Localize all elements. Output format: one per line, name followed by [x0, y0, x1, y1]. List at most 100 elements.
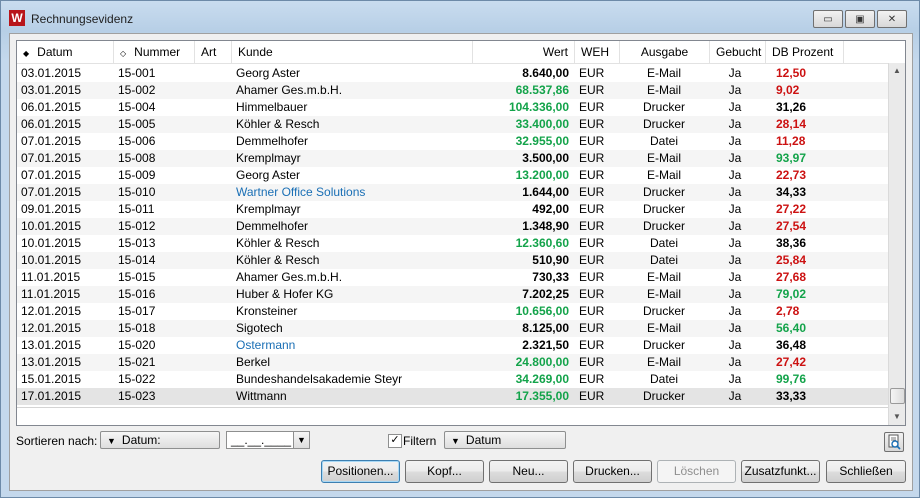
print-preview-icon — [888, 434, 901, 450]
row-output: E-Mail — [646, 355, 681, 369]
row-art — [195, 269, 231, 286]
row-art — [195, 320, 231, 337]
row-customer: Köhler & Resch — [236, 253, 320, 267]
filter-label: Filtern — [403, 434, 437, 448]
column-header-nummer[interactable]: ◇ Nummer — [114, 41, 195, 63]
table-row[interactable]: 07.01.2015 15-010 Wartner Office Solutions… — [17, 184, 889, 201]
table-row[interactable]: 07.01.2015 15-008 Kremplmayr 3.500,00 EUR E-M… — [17, 150, 889, 167]
neu-button[interactable]: Neu... — [489, 460, 568, 483]
restore-button[interactable]: ▣ — [845, 10, 875, 28]
row-customer: Bundeshandelsakademie Steyr — [236, 372, 403, 386]
drucken-button[interactable]: Drucken... — [573, 460, 652, 483]
row-date: 09.01.2015 — [21, 202, 82, 216]
table-row[interactable]: 06.01.2015 15-005 Köhler & Resch 33.400,00 E… — [17, 116, 889, 133]
scroll-down-icon[interactable]: ▼ — [889, 409, 905, 425]
table-row[interactable]: 03.01.2015 15-002 Ahamer Ges.m.b.H. 68.537,… — [17, 82, 889, 99]
scroll-up-icon[interactable]: ▲ — [889, 63, 905, 79]
table-row[interactable]: 11.01.2015 15-015 Ahamer Ges.m.b.H. 730,33 E… — [17, 269, 889, 286]
row-date: 12.01.2015 — [21, 321, 82, 335]
row-number: 15-014 — [118, 253, 156, 267]
column-header-weh[interactable]: WEH — [575, 41, 620, 63]
row-value: 1.348,90 — [522, 219, 569, 233]
row-output: Drucker — [642, 117, 685, 131]
row-number: 15-012 — [118, 219, 156, 233]
date-input[interactable]: __.__.____ ▼ — [226, 431, 310, 449]
loeschen-button[interactable]: Löschen — [657, 460, 736, 483]
positionen-button[interactable]: Positionen... — [321, 460, 400, 483]
row-customer: Köhler & Resch — [236, 236, 320, 250]
row-db-percent: 11,28 — [776, 134, 806, 148]
table-row[interactable]: 17.01.2015 15-023 Wittmann 17.355,00 EUR Druc… — [17, 388, 889, 405]
zusatzfunkt-button[interactable]: Zusatzfunkt... — [741, 460, 820, 483]
sort-by-dropdown[interactable]: ▼ Datum: — [100, 431, 220, 449]
row-customer: Himmelbauer — [236, 100, 308, 114]
row-output: Drucker — [642, 202, 685, 216]
row-date: 07.01.2015 — [21, 185, 82, 199]
column-header-datum[interactable]: ◆ Datum — [17, 41, 114, 63]
row-value: 3.500,00 — [522, 151, 569, 165]
column-header-art[interactable]: Art — [195, 41, 232, 63]
table-row[interactable]: 12.01.2015 15-017 Kronsteiner 10.656,00 EUR D… — [17, 303, 889, 320]
row-date: 03.01.2015 — [21, 83, 82, 97]
table-row[interactable]: 10.01.2015 15-013 Köhler & Resch 12.360,60 E… — [17, 235, 889, 252]
print-preview-button[interactable] — [884, 432, 904, 452]
kopf-button[interactable]: Kopf... — [405, 460, 484, 483]
filter-dropdown[interactable]: ▼ Datum — [444, 431, 566, 449]
row-date: 10.01.2015 — [21, 219, 82, 233]
row-date: 10.01.2015 — [21, 253, 82, 267]
table-row[interactable]: 13.01.2015 15-021 Berkel 24.800,00 EUR E-Mail… — [17, 354, 889, 371]
row-output: E-Mail — [646, 287, 681, 301]
invoice-grid[interactable]: ◆ Datum ◇ Nummer Art Kunde Wert WEH Ausgab… — [16, 40, 906, 426]
table-row[interactable]: 10.01.2015 15-014 Köhler & Resch 510,90 EUR D… — [17, 252, 889, 269]
filter-checkbox[interactable]: ✓ — [388, 434, 402, 448]
table-row[interactable]: 12.01.2015 15-018 Sigotech 8.125,00 EUR E-Mai… — [17, 320, 889, 337]
table-row[interactable]: 13.01.2015 15-020 Ostermann 2.321,50 EUR Druc… — [17, 337, 889, 354]
row-currency: EUR — [579, 270, 605, 284]
sort-by-value: Datum: — [121, 433, 161, 447]
row-booked: Ja — [728, 168, 742, 182]
row-art — [195, 167, 231, 184]
row-value: 730,33 — [532, 270, 569, 284]
table-row[interactable]: 09.01.2015 15-011 Kremplmayr 492,00 EUR Druck… — [17, 201, 889, 218]
row-currency: EUR — [579, 185, 605, 199]
row-customer: Ahamer Ges.m.b.H. — [236, 83, 343, 97]
scrollbar-thumb[interactable] — [890, 388, 905, 404]
row-art — [195, 235, 231, 252]
row-currency: EUR — [579, 168, 605, 182]
row-db-percent: 38,36 — [776, 236, 807, 250]
column-header-db-prozent[interactable]: DB Prozent — [766, 41, 844, 63]
row-db-percent: 93,97 — [776, 151, 807, 165]
row-booked: Ja — [728, 304, 742, 318]
table-row[interactable]: 11.01.2015 15-016 Huber & Hofer KG 7.202,25… — [17, 286, 889, 303]
row-output: Drucker — [642, 100, 685, 114]
row-art — [195, 371, 231, 388]
close-button[interactable]: ✕ — [877, 10, 907, 28]
table-row[interactable]: 06.01.2015 15-004 Himmelbauer 104.336,00 EUR… — [17, 99, 889, 116]
calendar-dropdown-icon[interactable]: ▼ — [293, 432, 309, 448]
row-db-percent: 36,48 — [776, 338, 807, 352]
row-customer: Köhler & Resch — [236, 117, 320, 131]
table-row[interactable]: 03.01.2015 15-001 Georg Aster 8.640,00 EUR E-… — [17, 65, 889, 82]
row-currency: EUR — [579, 134, 605, 148]
row-booked: Ja — [728, 389, 742, 403]
column-header-kunde[interactable]: Kunde — [232, 41, 473, 63]
row-value: 24.800,00 — [515, 355, 569, 369]
row-number: 15-008 — [118, 151, 156, 165]
title-bar[interactable]: W Rechnungsevidenz ▭ ▣ ✕ — [1, 1, 919, 37]
sort-by-label: Sortieren nach: — [16, 434, 98, 448]
schliessen-button[interactable]: Schließen — [826, 460, 906, 483]
minimize-button[interactable]: ▭ — [813, 10, 843, 28]
column-header-wert[interactable]: Wert — [473, 41, 575, 63]
column-label: Nummer — [134, 45, 181, 59]
column-header-gebucht[interactable]: Gebucht — [710, 41, 766, 63]
vertical-scrollbar[interactable]: ▲ ▼ — [888, 63, 905, 425]
row-booked: Ja — [728, 202, 742, 216]
table-row[interactable]: 07.01.2015 15-009 Georg Aster 13.200,00 EUR E… — [17, 167, 889, 184]
row-currency: EUR — [579, 66, 605, 80]
table-row[interactable]: 10.01.2015 15-012 Demmelhofer 1.348,90 EUR Dr… — [17, 218, 889, 235]
column-header-ausgabe[interactable]: Ausgabe — [620, 41, 710, 63]
table-row[interactable]: 07.01.2015 15-006 Demmelhofer 32.955,00 EUR D… — [17, 133, 889, 150]
table-row[interactable]: 15.01.2015 15-022 Bundeshandelsakademie St… — [17, 371, 889, 388]
row-art — [195, 133, 231, 150]
row-art — [195, 218, 231, 235]
